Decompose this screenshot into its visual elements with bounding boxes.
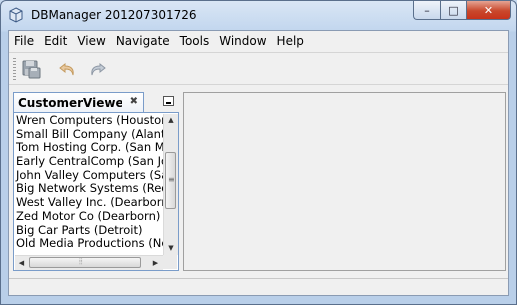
status-bar (9, 278, 508, 296)
menu-tools[interactable]: Tools (175, 34, 215, 48)
toolbar (9, 52, 508, 85)
minimize-button[interactable]: – (413, 1, 440, 20)
vertical-scrollbar[interactable]: ▲ ≡ ▼ (163, 114, 178, 255)
scroll-down-icon[interactable]: ▼ (164, 242, 178, 255)
list-item[interactable]: Zed Motor Co (Dearborn) (15, 209, 163, 224)
editor-area[interactable] (183, 92, 506, 271)
close-icon: ✕ (483, 3, 494, 17)
list-item[interactable]: Wren Computers (Houston) (15, 114, 163, 128)
list-item[interactable]: John Valley Computers (Santa Clara) (15, 168, 163, 183)
list-item[interactable]: Early CentralComp (San Jose) (15, 154, 163, 169)
menu-edit[interactable]: Edit (39, 34, 72, 48)
menu-bar: File Edit View Navigate Tools Window Hel… (9, 31, 508, 51)
client-area: File Edit View Navigate Tools Window Hel… (8, 30, 509, 296)
caption-buttons: – □ ✕ (413, 1, 511, 21)
menu-view[interactable]: View (72, 34, 110, 48)
window-title: DBManager 201207301726 (31, 8, 197, 22)
title-bar[interactable]: DBManager 201207301726 – □ ✕ (1, 1, 516, 30)
list-item[interactable]: West Valley Inc. (Dearborn) (15, 195, 163, 210)
save-icon (22, 60, 41, 79)
horizontal-scrollbar[interactable]: ◀ ⦙⦙ ▶ (15, 255, 163, 270)
menu-help[interactable]: Help (272, 34, 309, 48)
vertical-scroll-thumb[interactable]: ≡ (165, 152, 176, 209)
list-item[interactable]: Tom Hosting Corp. (San Mateo) (15, 141, 163, 155)
maximize-icon: □ (448, 3, 459, 17)
menu-file[interactable]: File (9, 34, 39, 48)
minimize-icon: – (424, 3, 430, 17)
panel-body: Wren Computers (Houston) Small Bill Comp… (13, 112, 179, 271)
thumb-grip-icon: ≡ (168, 175, 175, 184)
scroll-up-icon[interactable]: ▲ (164, 114, 178, 127)
toolbar-grip[interactable] (13, 58, 16, 80)
list-item[interactable]: Big Network Systems (Redwood City) (15, 182, 163, 196)
close-button[interactable]: ✕ (466, 1, 511, 20)
tab-label: CustomerViewe... (18, 96, 122, 110)
app-cube-icon (9, 7, 23, 23)
scroll-right-icon[interactable]: ▶ (149, 256, 162, 270)
menu-window[interactable]: Window (214, 34, 271, 48)
main-window: DBManager 201207301726 – □ ✕ File Edit V… (0, 0, 517, 305)
customer-list[interactable]: Wren Computers (Houston) Small Bill Comp… (15, 114, 163, 255)
redo-icon (91, 62, 106, 76)
list-item[interactable]: Small Bill Company (Alanta) (15, 127, 163, 142)
save-button[interactable] (19, 57, 43, 81)
tab-customer-viewer[interactable]: CustomerViewe... ✖ (13, 92, 144, 112)
redo-button[interactable] (85, 57, 109, 81)
maximize-button[interactable]: □ (440, 1, 466, 20)
horizontal-scroll-thumb[interactable]: ⦙⦙ (29, 257, 141, 268)
tab-close-icon[interactable]: ✖ (130, 96, 138, 107)
list-item[interactable]: Old Media Productions (New York) (15, 236, 163, 251)
undo-icon (59, 62, 74, 76)
undo-button[interactable] (56, 57, 80, 81)
list-item[interactable]: Big Car Parts (Detroit) (15, 223, 163, 238)
customer-viewer-panel: CustomerViewe... ✖ Wren Computers (Houst… (13, 92, 179, 271)
scroll-left-icon[interactable]: ◀ (15, 256, 28, 270)
menu-navigate[interactable]: Navigate (111, 34, 175, 48)
scroll-corner (163, 255, 177, 269)
panel-minimize-icon[interactable] (163, 96, 174, 106)
thumb-grip-icon: ⦙⦙ (79, 257, 83, 266)
